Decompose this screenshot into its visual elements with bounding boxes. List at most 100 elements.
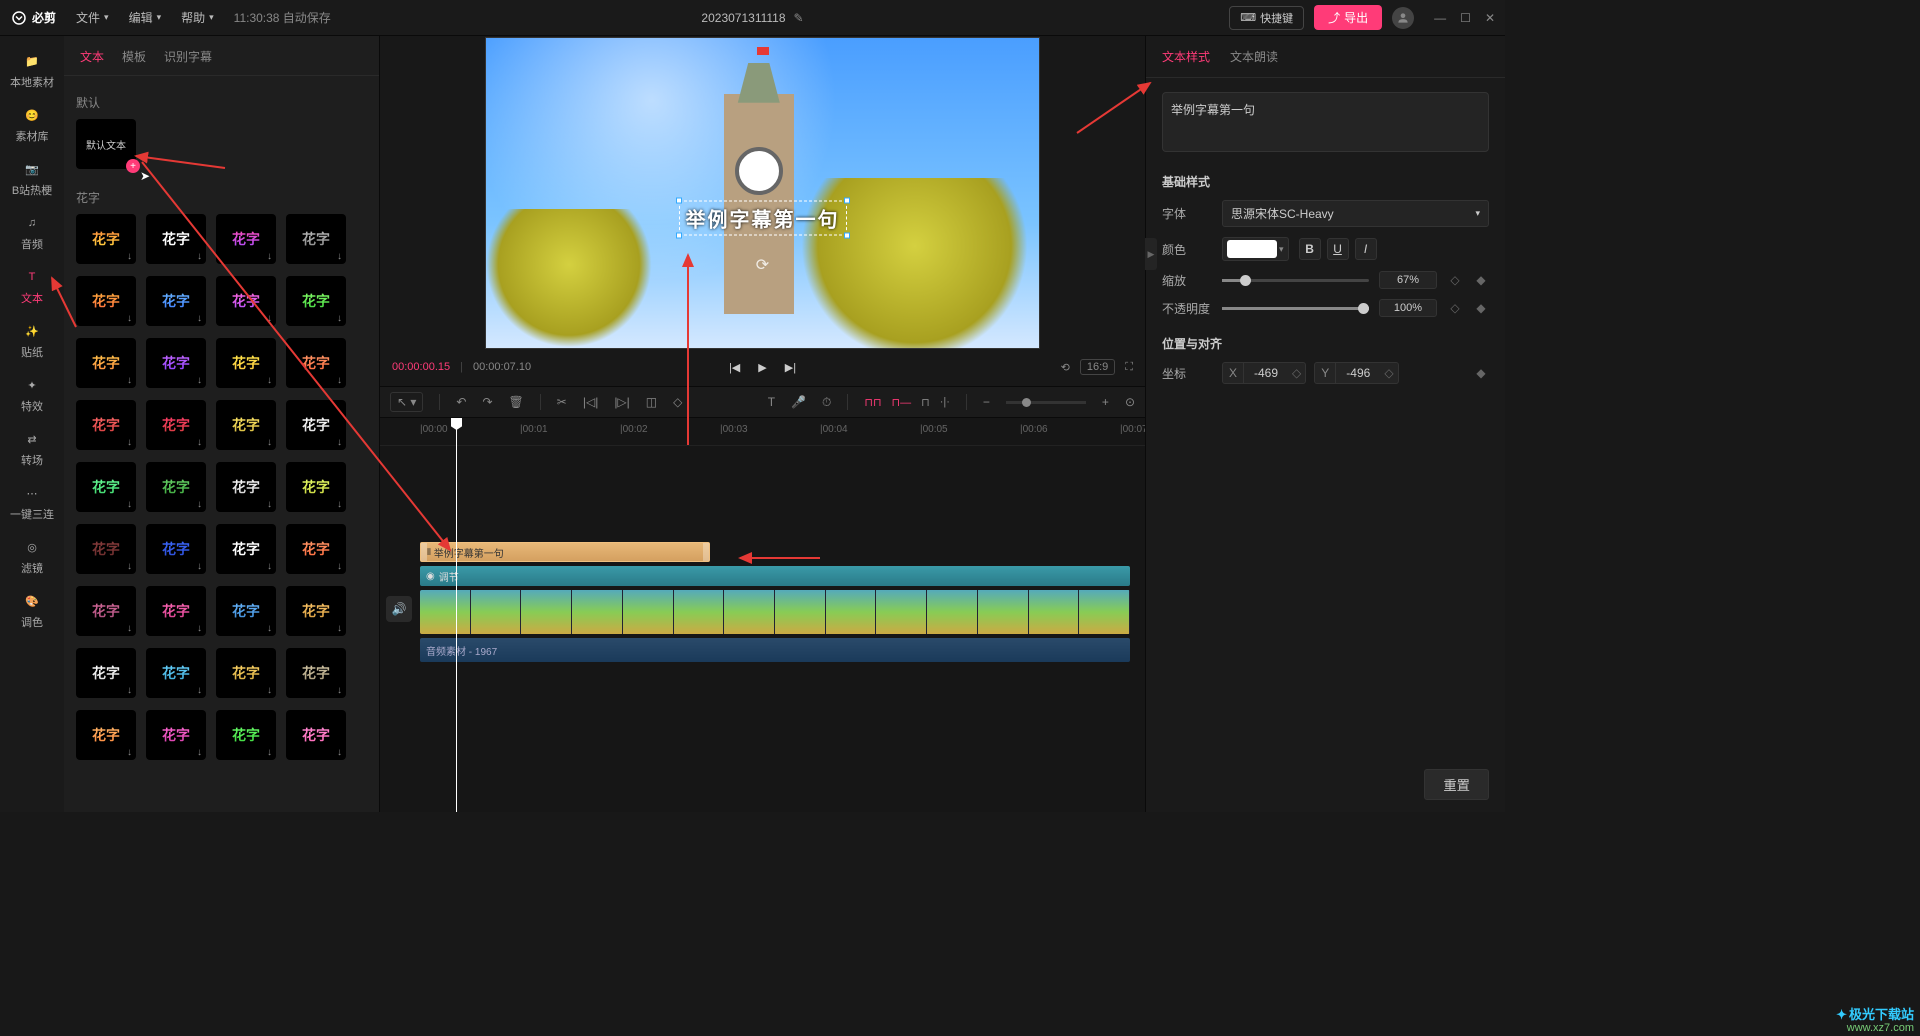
nav-filter[interactable]: ◎滤镜 [0, 530, 64, 584]
playhead[interactable] [456, 418, 457, 812]
nav-color[interactable]: 🎨调色 [0, 584, 64, 638]
text-clip[interactable]: ⦀ 举例字幕第一句 [420, 542, 710, 562]
scale-step[interactable]: ◇ [1447, 272, 1463, 288]
flower-card[interactable]: 花字↓ [216, 524, 276, 574]
y-input[interactable]: Y-496◇ [1314, 362, 1398, 384]
scale-slider[interactable] [1222, 279, 1369, 282]
flower-card[interactable]: 花字↓ [146, 524, 206, 574]
prop-tab-style[interactable]: 文本样式 [1162, 48, 1210, 65]
reset-button[interactable]: 重置 [1424, 769, 1489, 800]
audio-clip[interactable]: 音频素材 - 1967 [420, 638, 1130, 662]
nav-local[interactable]: 📁本地素材 [0, 44, 64, 98]
text-tool-icon[interactable]: T [768, 395, 775, 409]
flower-card[interactable]: 花字↓ [216, 648, 276, 698]
prev-frame-button[interactable]: |◀ [729, 361, 740, 374]
mute-button[interactable]: 🔊 [386, 596, 412, 622]
select-tool[interactable]: ↖ ▾ [390, 392, 423, 412]
flower-card[interactable]: 花字↓ [76, 586, 136, 636]
italic-button[interactable]: I [1355, 238, 1377, 260]
loop-icon[interactable]: ⟲ [1061, 361, 1070, 374]
menu-edit[interactable]: 编辑 ▾ [129, 9, 162, 26]
menu-file[interactable]: 文件 ▾ [76, 9, 109, 26]
timeline-ruler[interactable]: |00:00|00:01|00:02|00:03|00:04|00:05|00:… [380, 418, 1145, 446]
flower-card[interactable]: 花字↓ [146, 400, 206, 450]
nav-sticker[interactable]: ✨贴纸 [0, 314, 64, 368]
timer-icon[interactable]: ⏱ [822, 395, 831, 410]
minimize-button[interactable]: — [1434, 11, 1446, 25]
split-left-icon[interactable]: |◁| [583, 395, 598, 409]
opacity-keyframe[interactable]: ◆ [1473, 300, 1489, 316]
flower-card[interactable]: 花字↓ [146, 586, 206, 636]
flower-card[interactable]: 花字↓ [76, 524, 136, 574]
nav-effect[interactable]: ✦特效 [0, 368, 64, 422]
flower-card[interactable]: 花字↓ [286, 710, 346, 760]
crop-icon[interactable]: ◫ [646, 395, 657, 409]
preview-canvas[interactable]: 举例字幕第一句 ⟳ [485, 37, 1040, 349]
text-content-input[interactable] [1162, 92, 1489, 152]
flower-card[interactable]: 花字↓ [76, 338, 136, 388]
zoom-fit-icon[interactable]: ⊙ [1125, 395, 1135, 409]
flower-card[interactable]: 花字↓ [286, 462, 346, 512]
mic-icon[interactable]: 🎤 [791, 395, 806, 409]
flower-card[interactable]: 花字↓ [76, 400, 136, 450]
flower-card[interactable]: 花字↓ [146, 338, 206, 388]
cut-button[interactable]: ✂ [557, 395, 567, 409]
scale-keyframe[interactable]: ◆ [1473, 272, 1489, 288]
flower-card[interactable]: 花字↓ [146, 214, 206, 264]
nav-text[interactable]: T文本 [0, 260, 64, 314]
next-frame-button[interactable]: ▶| [785, 361, 796, 374]
asset-tab-template[interactable]: 模板 [122, 48, 146, 65]
flower-card[interactable]: 花字↓ [76, 710, 136, 760]
flower-card[interactable]: 花字↓ [76, 276, 136, 326]
collapse-right-panel[interactable]: ▶ [1145, 238, 1157, 270]
flower-card[interactable]: 花字↓ [286, 524, 346, 574]
delete-button[interactable]: 🗑 [509, 395, 524, 409]
flower-card[interactable]: 花字↓ [216, 462, 276, 512]
redo-button[interactable]: ↷ [482, 395, 492, 409]
split-right-icon[interactable]: |▷| [614, 395, 629, 409]
default-text-card[interactable]: 默认文本 + ➤ [76, 119, 136, 169]
flower-card[interactable]: 花字↓ [216, 586, 276, 636]
magnet-icon-2[interactable]: ⊓— [892, 396, 912, 409]
eraser-icon[interactable]: ◇ [673, 395, 682, 409]
asset-tab-text[interactable]: 文本 [80, 48, 104, 65]
font-select[interactable]: 思源宋体SC-Heavy▾ [1222, 200, 1489, 227]
magnet-icon-1[interactable]: ⊓⊓ [864, 396, 881, 409]
nav-audio[interactable]: ♫音频 [0, 206, 64, 260]
flower-card[interactable]: 花字↓ [286, 400, 346, 450]
nav-transition[interactable]: ⇄转场 [0, 422, 64, 476]
play-button[interactable]: ▶ [758, 361, 766, 374]
shortcut-button[interactable]: ⌨ 快捷键 [1229, 6, 1304, 30]
user-avatar[interactable] [1392, 7, 1414, 29]
opacity-slider[interactable] [1222, 307, 1369, 310]
aspect-ratio[interactable]: 16:9 [1080, 359, 1115, 375]
color-picker[interactable]: ▾ [1222, 237, 1289, 261]
zoom-in-timeline[interactable]: + [1102, 395, 1109, 409]
undo-button[interactable]: ↶ [456, 395, 466, 409]
scale-value[interactable]: 67% [1379, 271, 1437, 289]
coord-keyframe[interactable]: ◆ [1473, 365, 1489, 381]
menu-help[interactable]: 帮助 ▾ [181, 9, 214, 26]
maximize-button[interactable]: ☐ [1460, 11, 1471, 25]
fullscreen-icon[interactable]: ⛶ [1125, 361, 1133, 374]
flower-card[interactable]: 花字↓ [216, 338, 276, 388]
snap-icon[interactable]: ·|· [940, 396, 950, 408]
video-clip[interactable] [420, 590, 1130, 634]
flower-card[interactable]: 花字↓ [286, 648, 346, 698]
export-button[interactable]: ⤴ 导出 [1314, 5, 1382, 30]
flower-card[interactable]: 花字↓ [76, 648, 136, 698]
refresh-icon[interactable]: ⟳ [756, 255, 769, 275]
nav-library[interactable]: 😊素材库 [0, 98, 64, 152]
flower-card[interactable]: 花字↓ [216, 400, 276, 450]
edit-icon[interactable]: ✎ [794, 11, 804, 25]
zoom-out-timeline[interactable]: − [983, 395, 990, 409]
magnet-icon-3[interactable]: ⊓ [921, 396, 930, 409]
flower-card[interactable]: 花字↓ [216, 710, 276, 760]
bold-button[interactable]: B [1299, 238, 1321, 260]
flower-card[interactable]: 花字↓ [146, 648, 206, 698]
flower-card[interactable]: 花字↓ [286, 586, 346, 636]
flower-card[interactable]: 花字↓ [146, 462, 206, 512]
subtitle-overlay[interactable]: 举例字幕第一句 [679, 200, 847, 235]
flower-card[interactable]: 花字↓ [286, 338, 346, 388]
underline-button[interactable]: U [1327, 238, 1349, 260]
